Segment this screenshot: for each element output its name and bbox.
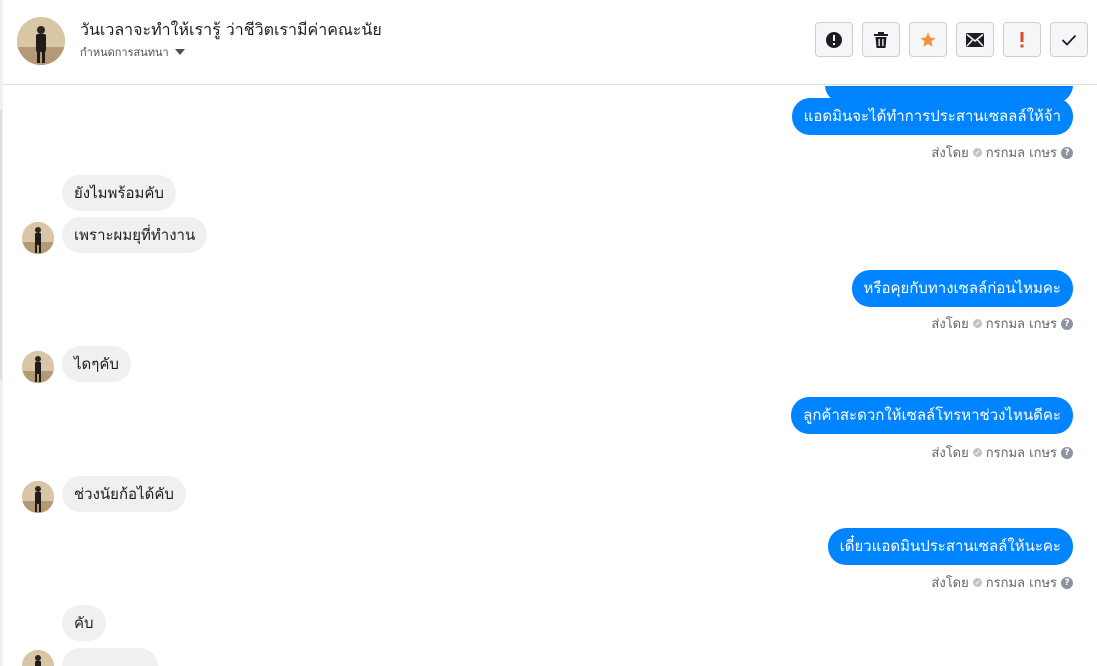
message-incoming: ช่วงนัยก้อได้คับ	[62, 476, 186, 512]
delete-button[interactable]	[862, 22, 900, 57]
follow-up-button[interactable]	[1003, 22, 1041, 57]
star-icon	[920, 32, 936, 47]
message-incoming: ไดๆคับ	[62, 346, 131, 382]
check-icon	[1061, 34, 1077, 46]
message-incoming: ยังไมพร้อมคับ	[62, 175, 176, 211]
message-meta: ส่งโดย กรกมล เกษร ?	[931, 142, 1073, 163]
message-meta: ส่งโดย กรกมล เกษร ?	[931, 313, 1073, 334]
help-icon[interactable]: ?	[1061, 446, 1073, 459]
sent-by-label: ส่งโดย	[931, 446, 969, 461]
help-icon[interactable]: ?	[1061, 317, 1073, 330]
message-meta: ส่งโดย กรกมล เกษร ?	[931, 442, 1073, 463]
contact-avatar-small	[22, 351, 54, 383]
page-check-icon	[972, 148, 982, 157]
schedule-label: กำหนดการสนทนา	[80, 46, 169, 59]
message-incoming: คับ	[62, 605, 106, 641]
trash-icon	[874, 31, 888, 48]
page-check-icon	[972, 578, 982, 587]
alert-circle-icon	[826, 31, 842, 48]
message-incoming-partial	[62, 648, 158, 666]
sent-by-label: ส่งโดย	[931, 317, 969, 332]
message-outgoing: แอดมินจะได้ทำการประสานเซลลล์ให้จ้า	[791, 98, 1073, 135]
left-panel-scrollbar[interactable]	[0, 110, 2, 380]
help-icon[interactable]: ?	[1061, 576, 1073, 589]
sent-by-label: ส่งโดย	[931, 576, 969, 591]
message-incoming: เพราะผมยุที่ทำงาน	[62, 217, 208, 253]
help-icon[interactable]: ?	[1061, 146, 1073, 159]
agent-name[interactable]: กรกมล เกษร	[986, 142, 1057, 163]
agent-name[interactable]: กรกมล เกษร	[986, 572, 1057, 593]
exclamation-icon	[1020, 31, 1024, 47]
contact-avatar-small	[22, 222, 54, 254]
spam-button[interactable]	[815, 22, 853, 57]
done-button[interactable]	[1050, 22, 1088, 57]
message-outgoing: เดี๋ยวแอดมินประสานเซลล์ให้นะคะ	[827, 528, 1073, 565]
message-meta: ส่งโดย กรกมล เกษร ?	[931, 572, 1073, 593]
agent-name[interactable]: กรกมล เกษร	[986, 442, 1057, 463]
caret-down-icon	[174, 49, 185, 55]
conversation-header: วันเวลาจะทำให้เรารู้ ว่าชีวิตเรามีค่าคณะ…	[3, 0, 1097, 85]
envelope-icon	[966, 32, 984, 47]
conversation-toolbar	[815, 22, 1088, 57]
agent-name[interactable]: กรกมล เกษร	[986, 313, 1057, 334]
contact-avatar[interactable]	[17, 17, 65, 65]
message-outgoing: ลูกค้าสะดวกให้เซลล์โทรหาช่วงไหนดีคะ	[791, 397, 1073, 434]
page-check-icon	[972, 319, 982, 328]
message-outgoing: หรือคุยกับทางเซลล์ก่อนไหมคะ	[851, 270, 1073, 307]
sent-by-label: ส่งโดย	[931, 146, 969, 161]
contact-avatar-small	[22, 650, 54, 666]
mail-button[interactable]	[956, 22, 994, 57]
schedule-conversation-dropdown[interactable]: กำหนดการสนทนา	[80, 43, 185, 61]
contact-avatar-small	[22, 481, 54, 513]
conversation-title: วันเวลาจะทำให้เรารู้ ว่าชีวิตเรามีค่าคณะ…	[80, 20, 382, 39]
star-button[interactable]	[909, 22, 947, 57]
message-list[interactable]: แอดมินจะได้ทำการประสานเซลลล์ให้จ้า ส่งโด…	[3, 86, 1097, 666]
page-check-icon	[972, 448, 982, 457]
